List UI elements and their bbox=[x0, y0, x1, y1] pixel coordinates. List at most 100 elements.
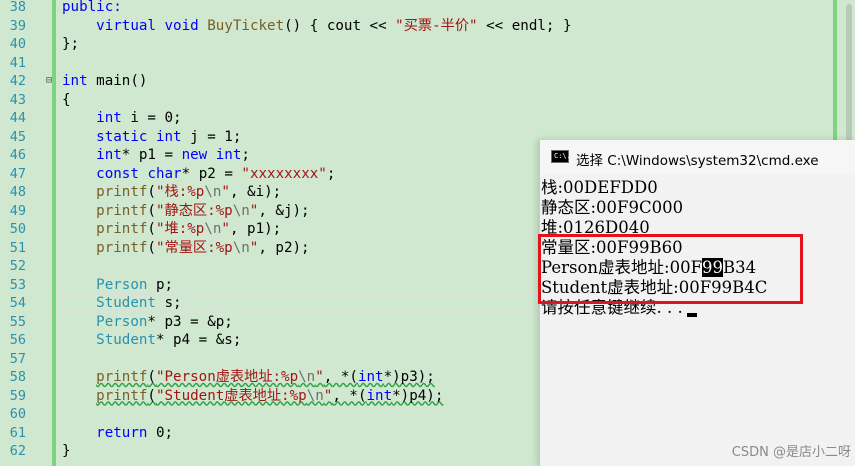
code-line[interactable]: 38 public: bbox=[0, 0, 830, 17]
token-text: ( bbox=[147, 387, 156, 404]
console-output[interactable]: 栈:00DEFDD0 静态区:00F9C000 堆:0126D040 常量区:0… bbox=[540, 175, 855, 466]
token-escape: \n bbox=[232, 239, 250, 256]
code-text: printf("静态区:%p\n", &j); bbox=[62, 202, 310, 221]
line-number: 57 bbox=[9, 350, 26, 367]
token-string: "买票-半价" bbox=[395, 17, 478, 34]
token-keyword: int bbox=[357, 369, 384, 385]
line-number: 49 bbox=[9, 202, 26, 219]
token-function: printf bbox=[96, 387, 148, 404]
token-function: printf bbox=[96, 184, 148, 200]
token-keyword: int bbox=[155, 128, 182, 145]
code-text: } bbox=[62, 443, 71, 459]
code-line[interactable]: 44 int i = 0; bbox=[0, 109, 830, 128]
token-type: Student bbox=[96, 295, 156, 311]
token-text: ( bbox=[147, 202, 156, 219]
token-keyword: int bbox=[96, 110, 122, 126]
token-function: printf bbox=[96, 239, 148, 256]
line-number: 46 bbox=[9, 147, 26, 163]
token-type: Person bbox=[96, 313, 148, 330]
token-escape: \n bbox=[232, 202, 250, 219]
token-type: Person bbox=[96, 276, 148, 293]
code-text: static int j = 1; bbox=[62, 128, 241, 147]
token-identifier: endl bbox=[511, 17, 546, 34]
token-text: ; } bbox=[545, 17, 572, 34]
token-escape: \n bbox=[204, 184, 222, 200]
line-number: 43 bbox=[9, 91, 26, 108]
token-type: Student bbox=[96, 332, 156, 348]
token-text: , p2); bbox=[258, 239, 310, 256]
token-text: * p3 = &p; bbox=[147, 313, 233, 330]
code-text: return 0; bbox=[62, 424, 173, 443]
line-number: 39 bbox=[9, 17, 26, 34]
token-text: s; bbox=[155, 295, 182, 311]
code-line[interactable]: 40 }; bbox=[0, 35, 830, 54]
code-text: Person* p3 = &p; bbox=[62, 313, 233, 332]
cmd-icon-label: C:\. bbox=[554, 152, 571, 160]
token-keyword: void bbox=[164, 17, 199, 34]
token-operator: << bbox=[477, 17, 512, 34]
token-keyword: int bbox=[62, 73, 88, 89]
token-string: " bbox=[221, 184, 230, 200]
line-number: 50 bbox=[9, 221, 26, 237]
token-escape: \n bbox=[204, 221, 222, 237]
code-line[interactable]: 43 { bbox=[0, 91, 830, 110]
code-text: int* p1 = new int; bbox=[62, 146, 250, 165]
line-number: 45 bbox=[9, 128, 26, 145]
code-line[interactable]: 42 ⊟ int main() bbox=[0, 72, 830, 91]
token-text: , &j); bbox=[258, 202, 310, 219]
code-text: printf("堆:%p\n", p1); bbox=[62, 220, 281, 239]
line-number: 47 bbox=[9, 165, 26, 182]
code-text: printf("栈:%p\n", &i); bbox=[62, 183, 281, 202]
token-text: 0; bbox=[147, 424, 174, 441]
token-function: BuyTicket bbox=[207, 17, 285, 34]
token-text: ( bbox=[147, 184, 156, 200]
code-text: printf("Person虚表地址:%p\n", *(int*)p3); bbox=[62, 368, 435, 387]
token-identifier: cout bbox=[326, 17, 361, 34]
token-text: *)p4); bbox=[392, 387, 444, 404]
token-keyword: int bbox=[215, 147, 242, 163]
token-keyword: return bbox=[96, 424, 148, 441]
token-text: () { bbox=[284, 17, 327, 34]
token-text: j = 1; bbox=[181, 128, 242, 145]
token-string: " bbox=[221, 221, 230, 237]
token-keyword: public: bbox=[62, 0, 122, 15]
code-text: printf("常量区:%p\n", p2); bbox=[62, 239, 310, 258]
code-text: virtual void BuyTicket() { cout << "买票-半… bbox=[62, 17, 572, 36]
token-text: i = 0; bbox=[121, 110, 182, 126]
token-text: p; bbox=[147, 276, 174, 293]
console-title: 选择 C:\Windows\system32\cmd.exe bbox=[576, 153, 819, 169]
fold-marker-icon[interactable]: ⊟ bbox=[46, 72, 56, 91]
code-text: int main() bbox=[62, 72, 147, 91]
token-string: "Student虚表地址:%p bbox=[155, 387, 307, 404]
token-string: "堆:%p bbox=[155, 221, 205, 237]
console-title-bar[interactable]: C:\. 选择 C:\Windows\system32\cmd.exe bbox=[540, 140, 855, 176]
token-text: * p2 = bbox=[181, 165, 242, 182]
token-text: ; bbox=[326, 165, 336, 182]
token-keyword: char bbox=[147, 165, 182, 182]
token-function: printf bbox=[96, 221, 148, 237]
token-escape: \n bbox=[298, 369, 316, 385]
line-number: 54 bbox=[9, 295, 26, 311]
token-string: "静态区:%p bbox=[155, 202, 233, 219]
code-line[interactable]: 41 bbox=[0, 54, 830, 73]
token-function: printf bbox=[96, 369, 148, 385]
line-number: 51 bbox=[9, 239, 26, 256]
cmd-icon: C:\. bbox=[551, 150, 571, 163]
token-operator: << bbox=[361, 17, 396, 34]
output-line: 栈:00DEFDD0 bbox=[541, 178, 658, 197]
line-number: 62 bbox=[9, 443, 26, 459]
warning-squiggle: printf("Person虚表地址:%p\n", *(int*)p3); bbox=[96, 369, 435, 385]
code-text: int i = 0; bbox=[62, 109, 182, 128]
line-number: 61 bbox=[9, 424, 26, 441]
token-string: "Person虚表地址:%p bbox=[155, 369, 299, 385]
token-text: *)p3); bbox=[383, 369, 435, 385]
watermark: CSDN @是店小二呀 bbox=[731, 445, 851, 460]
line-number: 52 bbox=[9, 258, 26, 274]
code-text: }; bbox=[62, 36, 80, 52]
code-text: const char* p2 = "xxxxxxxx"; bbox=[62, 165, 335, 184]
line-number: 41 bbox=[9, 54, 26, 71]
code-line[interactable]: 39 virtual void BuyTicket() { cout << "买… bbox=[0, 17, 830, 36]
code-text: public: bbox=[62, 0, 122, 17]
code-text: Person p; bbox=[62, 276, 173, 295]
line-number: 42 bbox=[9, 73, 26, 89]
